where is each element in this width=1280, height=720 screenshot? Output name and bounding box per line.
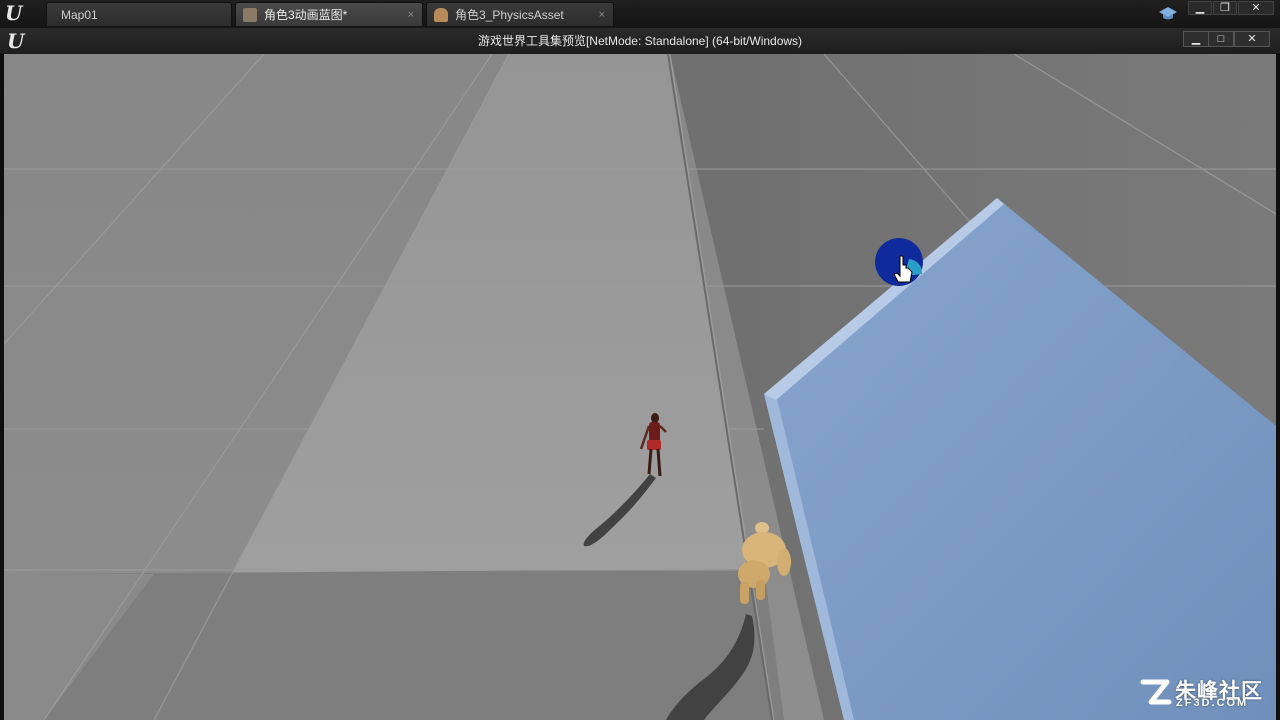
preview-maximize-button[interactable]: □ xyxy=(1208,31,1234,47)
zf3d-logo-icon xyxy=(1140,679,1172,705)
tab-close-icon[interactable]: × xyxy=(408,3,414,27)
editor-tab-bar: U Map01 角色3动画蓝图* × 角色3_PhysicsAsset × ▁ … xyxy=(0,0,1280,29)
preview-close-button[interactable]: ✕ xyxy=(1234,31,1270,47)
learn-graduation-cap-icon[interactable] xyxy=(1158,4,1178,24)
tab-anim-blueprint[interactable]: 角色3动画蓝图* × xyxy=(235,2,423,26)
unreal-logo-icon[interactable]: U xyxy=(5,3,22,23)
anim-blueprint-icon xyxy=(243,8,257,22)
physics-asset-icon xyxy=(434,8,448,22)
watermark-domain: ZF3D.COM xyxy=(1176,697,1249,709)
watermark: 朱峰社区 ZF3D.COM xyxy=(1139,676,1264,710)
tab-label: 角色3_PhysicsAsset xyxy=(455,8,564,22)
editor-restore-button[interactable]: ❐ xyxy=(1213,1,1237,15)
editor-minimize-button[interactable]: ▁ xyxy=(1188,1,1212,15)
preview-window-titlebar[interactable]: U 游戏世界工具集预览[NetMode: Standalone] (64-bit… xyxy=(0,28,1280,55)
tab-physics-asset[interactable]: 角色3_PhysicsAsset × xyxy=(426,2,614,26)
screen: U Map01 角色3动画蓝图* × 角色3_PhysicsAsset × ▁ … xyxy=(0,0,1280,720)
editor-close-button[interactable]: ✕ xyxy=(1238,1,1274,15)
preview-minimize-button[interactable]: ▁ xyxy=(1183,31,1209,47)
game-viewport[interactable]: 朱峰社区 ZF3D.COM xyxy=(4,54,1276,720)
tab-map01[interactable]: Map01 xyxy=(46,2,232,26)
tab-label: 角色3动画蓝图* xyxy=(264,8,348,22)
viewport-scene xyxy=(4,54,1276,720)
window-title: 游戏世界工具集预览[NetMode: Standalone] (64-bit/W… xyxy=(477,34,803,48)
tab-label: Map01 xyxy=(61,8,98,22)
tab-close-icon[interactable]: × xyxy=(599,3,605,27)
